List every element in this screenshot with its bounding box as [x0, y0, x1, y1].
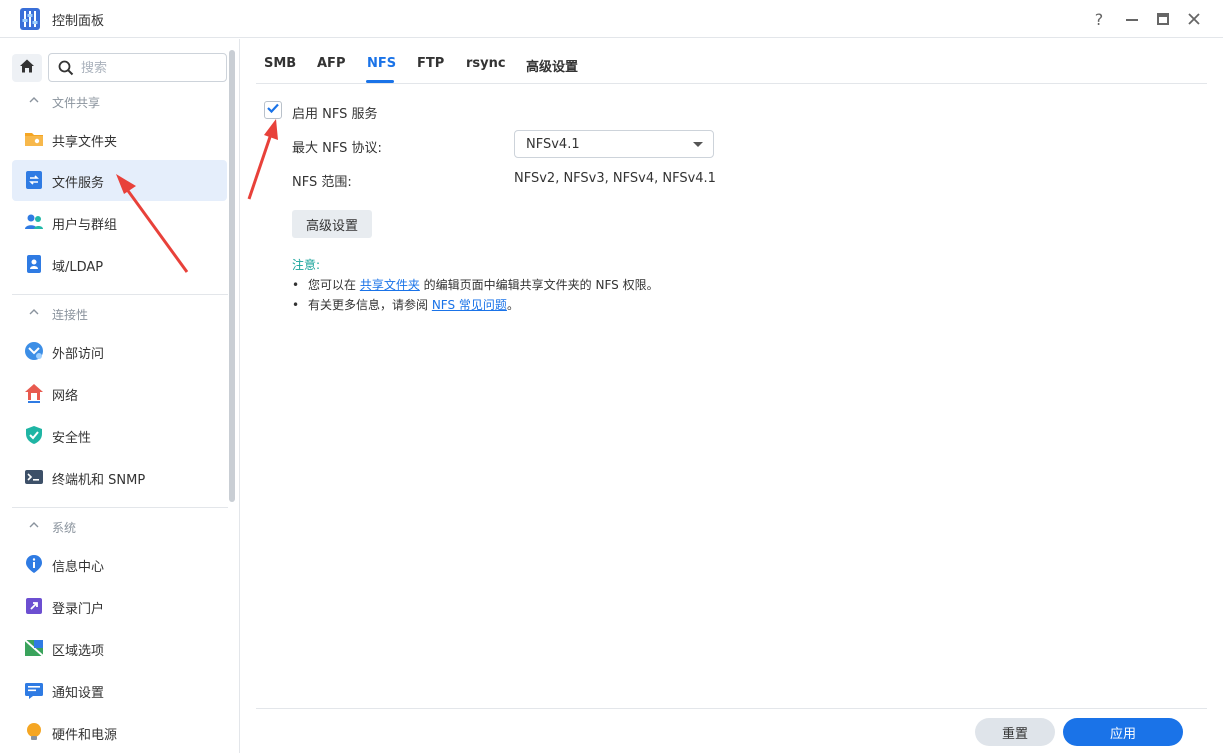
- bullet: •: [292, 278, 300, 292]
- enable-nfs-label: 启用 NFS 服务: [292, 107, 378, 122]
- tab-rsync[interactable]: rsync: [466, 56, 506, 71]
- section-system[interactable]: 系统: [0, 515, 228, 539]
- sidebar-item-label: 外部访问: [52, 347, 105, 362]
- title-bar: 控制面板 ?: [0, 0, 1223, 38]
- divider: [12, 294, 228, 295]
- bulb-icon: [24, 722, 44, 742]
- tab-ftp[interactable]: FTP: [417, 56, 444, 71]
- chevron-down-icon: [693, 142, 703, 147]
- note-text: 。: [506, 298, 519, 312]
- sidebar-item-notification[interactable]: 通知设置: [12, 670, 227, 711]
- note-text: 您可以在: [308, 278, 360, 292]
- sidebar-item-label: 安全性: [52, 431, 92, 446]
- note-text: 有关更多信息，请参阅: [308, 298, 432, 312]
- sidebar-item-file-services[interactable]: 文件服务: [12, 160, 227, 201]
- file-service-icon: [24, 170, 44, 190]
- max-protocol-select[interactable]: NFSv4.1: [514, 130, 714, 158]
- nfs-faq-link[interactable]: NFS 常见问题: [432, 298, 507, 312]
- sidebar-item-label: 登录门户: [52, 602, 105, 617]
- nfs-range-label: NFS 范围:: [292, 175, 352, 190]
- chevron-up-icon: [28, 519, 40, 534]
- section-title: 连接性: [52, 308, 89, 322]
- home-icon: [19, 58, 35, 78]
- sidebar-item-label: 文件服务: [52, 176, 105, 191]
- sidebar-item-hardware-power[interactable]: 硬件和电源: [12, 712, 227, 753]
- section-connectivity[interactable]: 连接性: [0, 302, 228, 326]
- ldap-icon: [24, 254, 44, 274]
- users-icon: [24, 212, 44, 232]
- sidebar-item-label: 区域选项: [52, 644, 105, 659]
- sidebar-item-label: 域/LDAP: [52, 260, 104, 275]
- apply-button[interactable]: 应用: [1063, 718, 1183, 746]
- minimize-icon[interactable]: [1120, 7, 1144, 31]
- annotation-arrow-checkbox: [247, 119, 278, 200]
- close-icon[interactable]: [1182, 7, 1206, 31]
- shield-icon: [24, 425, 44, 445]
- sidebar-item-login-portal[interactable]: 登录门户: [12, 586, 227, 627]
- sidebar-item-shared-folder[interactable]: 共享文件夹: [12, 119, 227, 160]
- sidebar-item-label: 网络: [52, 389, 79, 404]
- search-input[interactable]: [81, 59, 221, 77]
- tab-smb[interactable]: SMB: [264, 56, 296, 71]
- terminal-icon: [24, 467, 44, 487]
- bullet: •: [292, 298, 300, 312]
- tab-bar: SMB AFP NFS FTP rsync 高级设置: [256, 39, 1207, 84]
- note-title: 注意:: [292, 258, 321, 272]
- sidebar-item-network[interactable]: 网络: [12, 373, 227, 414]
- note-line-2: • 有关更多信息，请参阅 NFS 常见问题。: [292, 296, 519, 313]
- shared-folder-link[interactable]: 共享文件夹: [360, 278, 420, 292]
- reset-button[interactable]: 重置: [975, 718, 1055, 746]
- note-line-1: • 您可以在 共享文件夹 的编辑页面中编辑共享文件夹的 NFS 权限。: [292, 276, 659, 293]
- question-icon[interactable]: ?: [1087, 7, 1111, 31]
- sidebar-item-security[interactable]: 安全性: [12, 415, 227, 456]
- tab-nfs[interactable]: NFS: [367, 56, 396, 71]
- enable-nfs-checkbox[interactable]: [264, 101, 282, 119]
- login-portal-icon: [24, 596, 44, 616]
- sidebar-item-label: 用户与群组: [52, 218, 118, 233]
- section-title: 文件共享: [52, 96, 101, 110]
- search-icon: [58, 60, 74, 80]
- max-protocol-value: NFSv4.1: [526, 137, 580, 152]
- notification-icon: [24, 680, 44, 700]
- folder-icon: [24, 129, 44, 149]
- info-icon: [24, 554, 44, 574]
- advanced-settings-button[interactable]: 高级设置: [292, 210, 372, 238]
- sidebar-item-label: 信息中心: [52, 560, 105, 575]
- sidebar-item-regional-options[interactable]: 区域选项: [12, 628, 227, 669]
- region-icon: [24, 638, 44, 658]
- sidebar-item-label: 硬件和电源: [52, 728, 118, 743]
- maximize-icon[interactable]: [1151, 7, 1175, 31]
- tab-afp[interactable]: AFP: [317, 56, 345, 71]
- home-button[interactable]: [12, 54, 42, 82]
- sidebar-item-label: 终端机和 SNMP: [52, 473, 146, 488]
- section-file-sharing[interactable]: 文件共享: [0, 90, 228, 114]
- divider: [12, 507, 228, 508]
- active-tab-indicator: [366, 80, 394, 83]
- section-title: 系统: [52, 521, 77, 535]
- sidebar-scrollbar[interactable]: [229, 50, 235, 502]
- sidebar-item-label: 通知设置: [52, 686, 105, 701]
- sidebar-item-label: 共享文件夹: [52, 135, 118, 150]
- footer-divider: [256, 708, 1207, 709]
- chevron-up-icon: [28, 94, 40, 109]
- sidebar-item-ldap[interactable]: 域/LDAP: [12, 244, 227, 285]
- external-access-icon: [24, 341, 44, 361]
- sidebar-item-users-groups[interactable]: 用户与群组: [12, 202, 227, 243]
- chevron-up-icon: [28, 306, 40, 321]
- nfs-range-value: NFSv2, NFSv3, NFSv4, NFSv4.1: [514, 171, 716, 186]
- network-icon: [24, 383, 44, 403]
- checkmark-icon: [266, 101, 280, 119]
- sidebar: 文件共享 共享文件夹 文件服务 用户与群组 域/LDAP 连接性 外部访问: [0, 39, 240, 753]
- window-title: 控制面板: [52, 14, 105, 29]
- sidebar-item-external-access[interactable]: 外部访问: [12, 331, 227, 372]
- control-panel-icon: [18, 7, 42, 31]
- tab-advanced[interactable]: 高级设置: [526, 56, 578, 75]
- sidebar-item-terminal-snmp[interactable]: 终端机和 SNMP: [12, 457, 227, 498]
- max-protocol-label: 最大 NFS 协议:: [292, 141, 382, 156]
- search-field[interactable]: [48, 53, 227, 82]
- note-text: 的编辑页面中编辑共享文件夹的 NFS 权限。: [419, 278, 659, 292]
- sidebar-item-info-center[interactable]: 信息中心: [12, 544, 227, 585]
